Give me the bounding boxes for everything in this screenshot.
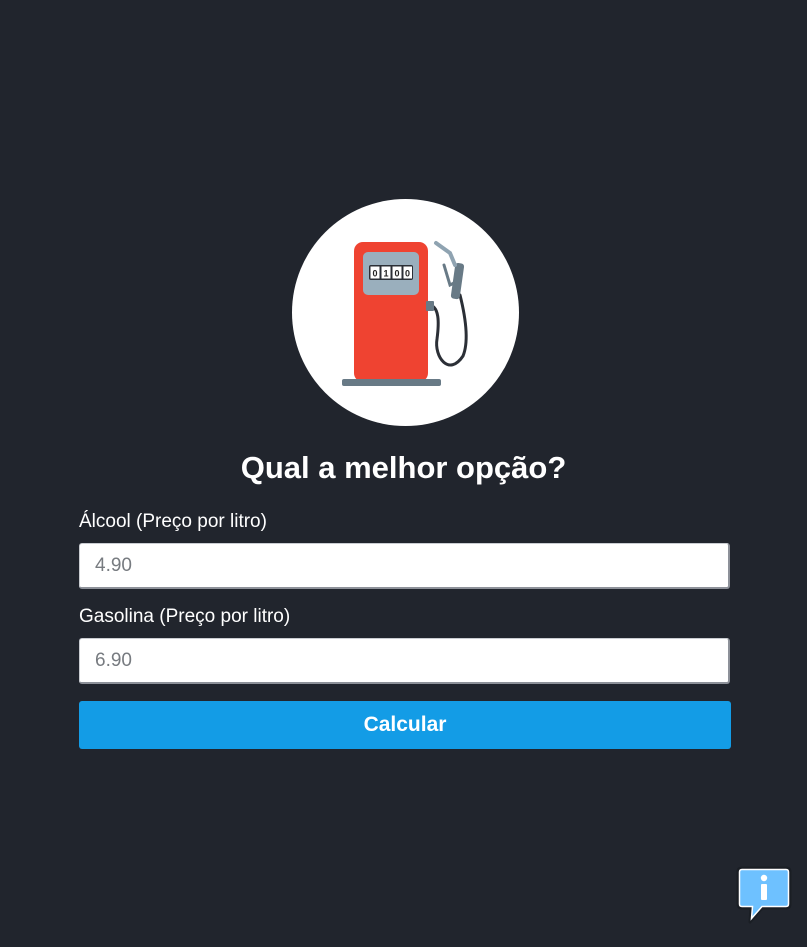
page-title: Qual a melhor opção? bbox=[240, 450, 567, 485]
counter-digit-2: 1 bbox=[383, 269, 388, 279]
info-icon bbox=[736, 866, 792, 924]
app-container: 0 1 0 0 Qual a melhor opção? Álcool (Pre… bbox=[0, 0, 807, 947]
logo-circle: 0 1 0 0 bbox=[292, 199, 519, 426]
alcool-price-label: Álcool (Preço por litro) bbox=[79, 511, 267, 532]
counter-digit-1: 0 bbox=[372, 269, 377, 279]
counter-digit-3: 0 bbox=[394, 269, 399, 279]
calculate-button[interactable]: Calcular bbox=[79, 701, 731, 749]
gasolina-price-label: Gasolina (Preço por litro) bbox=[79, 606, 291, 627]
fuel-pump-icon: 0 1 0 0 bbox=[342, 241, 468, 386]
counter-digit-4: 0 bbox=[405, 269, 410, 279]
alcool-price-input[interactable] bbox=[79, 543, 730, 589]
gasolina-price-input[interactable] bbox=[79, 638, 730, 684]
info-button[interactable] bbox=[736, 866, 792, 926]
